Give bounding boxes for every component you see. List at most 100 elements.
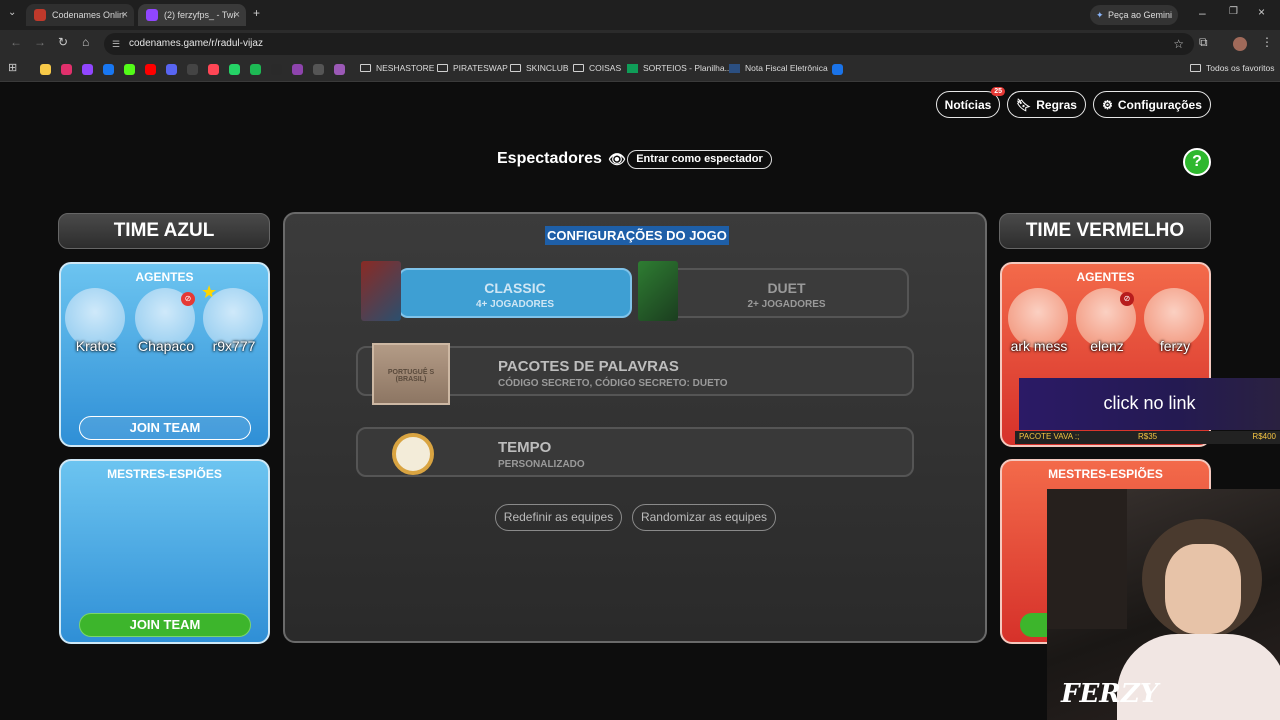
- player-name[interactable]: Kratos: [61, 338, 131, 354]
- bookmarks-bar: ⊞ NESHASTORE PIRATESWAP SKINCLUB COISAS …: [0, 58, 1280, 82]
- config-title: CONFIGURAÇÕES DO JOGO: [545, 226, 729, 245]
- bookmark-favicon-icon[interactable]: [832, 64, 843, 75]
- folder-icon: [437, 64, 448, 72]
- new-tab-icon[interactable]: +: [253, 6, 260, 20]
- kick-icon[interactable]: [124, 64, 135, 75]
- forward-icon[interactable]: →: [34, 35, 46, 49]
- tab-codenames[interactable]: Codenames Onlin ×: [26, 4, 134, 26]
- folder-icon: [510, 64, 521, 72]
- game-page: Notícias 25 🔖︎ Regras ⚙ Configurações Es…: [0, 83, 1280, 720]
- tab-twitch[interactable]: (2) ferzyfps_ - Twi ×: [138, 4, 246, 26]
- back-icon[interactable]: ←: [10, 35, 22, 49]
- reload-icon[interactable]: ↻: [58, 35, 68, 49]
- bookmark-folder-coisas[interactable]: COISAS: [573, 63, 621, 73]
- timer-row[interactable]: TEMPO PERSONALIZADO: [356, 427, 914, 477]
- spotify-icon[interactable]: [250, 64, 261, 75]
- close-icon[interactable]: ×: [234, 9, 240, 21]
- blue-spymasters-card: MESTRES-ESPIÕES JOIN TEAM: [59, 459, 270, 644]
- bookmark-nota-fiscal[interactable]: Nota Fiscal Eletrônica: [729, 63, 828, 73]
- whatsapp-icon[interactable]: [229, 64, 240, 75]
- bookmark-star-icon[interactable]: ☆: [1173, 33, 1184, 55]
- youtube-icon[interactable]: [145, 64, 156, 75]
- bookmark-folder-neshastore[interactable]: NESHASTORE: [360, 63, 434, 73]
- player-name[interactable]: ark mess: [1004, 338, 1074, 354]
- rules-button[interactable]: 🔖︎ Regras: [1007, 91, 1086, 118]
- bookmark-folder-skinclub[interactable]: SKINCLUB: [510, 63, 569, 73]
- minimize-icon[interactable]: –: [1199, 6, 1206, 20]
- reset-teams-button[interactable]: Redefinir as equipes: [495, 504, 622, 531]
- help-button[interactable]: ?: [1183, 148, 1211, 176]
- steam-icon[interactable]: [187, 64, 198, 75]
- player-name[interactable]: r9x777: [199, 338, 268, 354]
- valorant-icon[interactable]: [208, 64, 219, 75]
- streamer-logo: FERZY: [1061, 679, 1159, 709]
- restore-icon[interactable]: ❐: [1229, 6, 1238, 17]
- timer-value: PERSONALIZADO: [498, 459, 585, 470]
- blue-join-agents-button[interactable]: JOIN TEAM: [79, 416, 251, 440]
- tab-title: Codenames Onlin: [52, 10, 125, 20]
- player-name[interactable]: Chapaco: [131, 338, 201, 354]
- mode-classic-button[interactable]: CLASSIC 4+ JOGADORES: [398, 268, 632, 318]
- webcam-face: [1165, 544, 1241, 634]
- close-icon[interactable]: ×: [122, 9, 128, 21]
- apps-grid-icon[interactable]: ⊞: [8, 61, 17, 74]
- url-field[interactable]: ☰ codenames.game/r/radul-vijaz ☆: [104, 33, 1194, 55]
- spectators-heading: Espectadores 👁︎: [497, 150, 626, 168]
- bookmark-label: SORTEIOS - Planilha...: [643, 63, 732, 73]
- gemini-icon: ✦: [1096, 10, 1104, 20]
- disconnected-icon: ⊘: [181, 292, 195, 306]
- news-button[interactable]: Notícias 25: [936, 87, 1005, 118]
- profile-avatar[interactable]: [1233, 37, 1247, 51]
- bookmark-favicon-icon[interactable]: [313, 64, 324, 75]
- mode-name: CLASSIC: [484, 280, 546, 296]
- webcam-wall: [1047, 489, 1127, 629]
- spectators-label: Espectadores: [497, 150, 602, 167]
- ticker-left: PACOTE VAVA :;: [1019, 432, 1080, 441]
- folder-icon: [1190, 64, 1201, 72]
- bookmark-favicon-icon[interactable]: [271, 64, 282, 75]
- window-close-icon[interactable]: ×: [1258, 5, 1265, 19]
- gemini-button[interactable]: ✦ Peça ao Gemini: [1090, 5, 1178, 25]
- player-name[interactable]: ferzy: [1140, 338, 1209, 354]
- address-bar-row: ← → ↻ ⌂ ☰ codenames.game/r/radul-vijaz ☆…: [0, 30, 1280, 58]
- sheets-icon: [627, 63, 638, 73]
- mode-name: DUET: [767, 280, 806, 296]
- mode-players: 4+ JOGADORES: [475, 299, 555, 310]
- stream-link-banner: click no link: [1019, 378, 1280, 430]
- settings-button[interactable]: ⚙ Configurações: [1093, 91, 1211, 118]
- word-packs-title: PACOTES DE PALAVRAS: [498, 358, 679, 375]
- join-spectator-button[interactable]: Entrar como espectador: [627, 150, 772, 169]
- bookmark-sorteios[interactable]: SORTEIOS - Planilha...: [627, 63, 732, 73]
- tab-title: (2) ferzyfps_ - Twi: [164, 10, 236, 20]
- bookmark-favicon-icon[interactable]: [292, 64, 303, 75]
- twitch-icon[interactable]: [82, 64, 93, 75]
- stream-ticker: PACOTE VAVA :; R$35 R$400: [1015, 431, 1280, 444]
- spymasters-label: MESTRES-ESPIÕES: [107, 467, 222, 481]
- spymasters-label: MESTRES-ESPIÕES: [1048, 467, 1163, 481]
- gemini-label: Peça ao Gemini: [1108, 10, 1173, 20]
- folder-icon: [360, 64, 371, 72]
- all-bookmarks-folder[interactable]: Todos os favoritos: [1190, 63, 1275, 73]
- menu-icon[interactable]: ⋮: [1261, 35, 1273, 49]
- folder-icon: [573, 64, 584, 72]
- home-icon[interactable]: ⌂: [82, 35, 89, 49]
- word-packs-row[interactable]: PORTUGUÊ S (BRASIL) PACOTES DE PALAVRAS …: [356, 343, 914, 405]
- facebook-icon[interactable]: [103, 64, 114, 75]
- gear-icon: ⚙: [1102, 97, 1113, 112]
- bookmark-favicon-icon: [729, 63, 740, 73]
- player-name[interactable]: elenz: [1072, 338, 1142, 354]
- bookmark-favicon-icon[interactable]: [40, 64, 51, 75]
- randomize-teams-button[interactable]: Randomizar as equipes: [632, 504, 776, 531]
- site-info-icon[interactable]: ☰: [112, 33, 120, 55]
- bookmark-favicon-icon[interactable]: [334, 64, 345, 75]
- streamer-webcam: FERZY: [1047, 489, 1280, 720]
- tab-search-icon[interactable]: ⌄: [8, 7, 16, 18]
- settings-label: Configurações: [1117, 97, 1202, 112]
- bookmark-label: PIRATESWAP: [453, 63, 508, 73]
- blue-join-spymasters-button[interactable]: JOIN TEAM: [79, 613, 251, 637]
- instagram-icon[interactable]: [61, 64, 72, 75]
- bookmark-folder-pirateswap[interactable]: PIRATESWAP: [437, 63, 508, 73]
- extensions-icon[interactable]: ⧉: [1199, 35, 1208, 50]
- discord-icon[interactable]: [166, 64, 177, 75]
- mode-duet-button[interactable]: DUET 2+ JOGADORES: [664, 268, 909, 318]
